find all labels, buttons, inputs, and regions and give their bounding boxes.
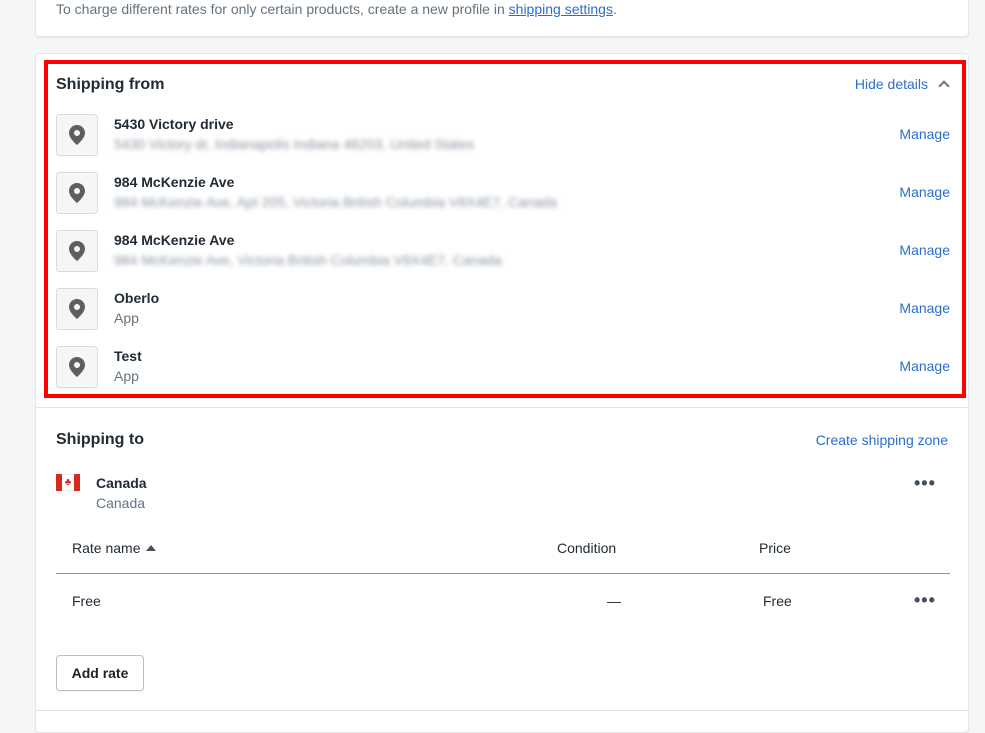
location-subtitle: App [114,368,139,384]
location-address: 984 McKenzie Ave, Apt 205, Victoria Brit… [114,194,558,210]
hide-details-button[interactable]: Hide details [854,76,950,92]
location-name: 5430 Victory drive [114,116,234,132]
location-name: 984 McKenzie Ave [114,174,235,190]
location-pin-icon [56,172,98,214]
location-name: Test [114,348,142,364]
location-pin-icon [56,288,98,330]
section-divider [36,710,968,711]
shipping-settings-link[interactable]: shipping settings [509,1,613,17]
location-row: 984 McKenzie Ave 984 McKenzie Ave, Victo… [56,230,950,272]
zone-name: Canada [96,475,147,491]
canada-flag-icon: ♣ [56,474,80,491]
location-pin-icon [56,230,98,272]
rate-name-cell: Free [72,593,101,609]
location-pin-icon [56,114,98,156]
hide-details-label: Hide details [854,76,928,92]
location-name: 984 McKenzie Ave [114,232,235,248]
location-row: 5430 Victory drive 5430 Victory dr, Indi… [56,114,950,156]
rate-name-header[interactable]: Rate name [72,540,157,556]
rate-more-icon[interactable]: ••• [914,591,936,609]
shipping-profile-card: Shipping from Hide details 5430 Victory … [35,53,969,733]
manage-location-button[interactable]: Manage [899,242,950,258]
manage-location-button[interactable]: Manage [899,300,950,316]
add-rate-button[interactable]: Add rate [56,655,144,691]
manage-location-button[interactable]: Manage [899,184,950,200]
condition-header: Condition [557,540,617,556]
zone-more-icon[interactable]: ••• [914,474,936,492]
location-address: 984 McKenzie Ave, Victoria British Colum… [114,252,502,268]
profile-notice-text: To charge different rates for only certa… [56,1,617,17]
shipping-from-title: Shipping from [56,76,165,93]
shipping-zone: ♣ Canada Canada [56,473,950,513]
location-row: Oberlo App Manage [56,288,950,330]
location-row: 984 McKenzie Ave 984 McKenzie Ave, Apt 2… [56,172,950,214]
sort-ascending-icon [146,545,157,551]
shipping-to-title: Shipping to [56,431,144,448]
section-divider [36,407,968,408]
zone-countries: Canada [96,495,146,511]
table-header-divider [56,573,950,574]
price-header: Price [759,540,791,556]
location-subtitle: App [114,310,139,326]
chevron-up-icon [938,80,950,92]
location-pin-icon [56,346,98,388]
manage-location-button[interactable]: Manage [899,358,950,374]
manage-location-button[interactable]: Manage [899,126,950,142]
location-row: Test App Manage [56,346,950,388]
price-cell: Free [763,593,792,609]
profile-notice-card: To charge different rates for only certa… [35,0,969,37]
location-address: 5430 Victory dr, Indianapolis Indiana 46… [114,136,475,152]
create-shipping-zone-button[interactable]: Create shipping zone [816,432,948,448]
location-name: Oberlo [114,290,160,306]
notice-text: To charge different rates for only certa… [56,1,509,17]
rate-name-header-label: Rate name [72,540,141,556]
condition-cell: — [607,593,621,609]
notice-suffix: . [612,1,617,17]
